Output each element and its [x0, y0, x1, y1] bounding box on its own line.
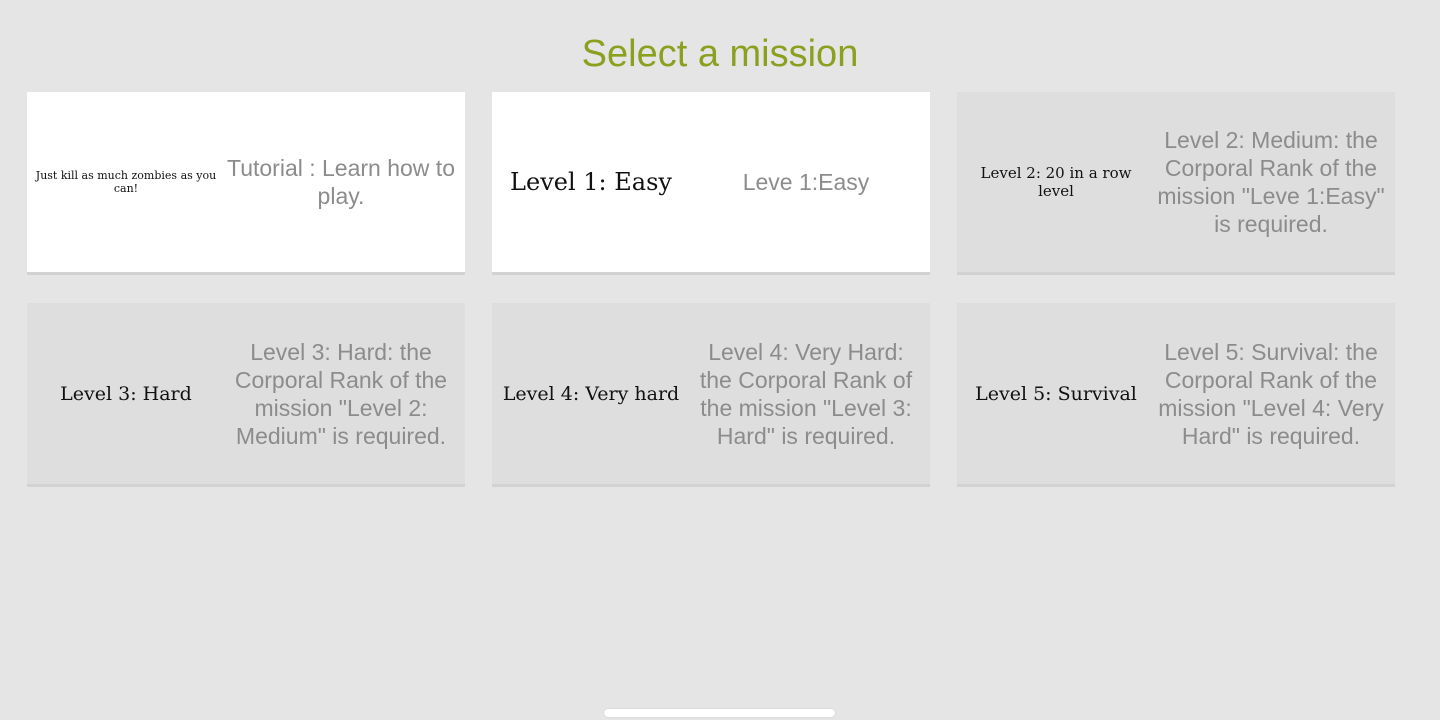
mission-card-tutorial[interactable]: Just kill as much zombies as you can! Tu…	[27, 92, 465, 275]
mission-description: Level 2: Medium: the Corporal Rank of th…	[1157, 127, 1385, 237]
mission-description: Level 3: Hard: the Corporal Rank of the …	[234, 338, 448, 449]
mission-card-level-5[interactable]: Level 5: Survival Level 5: Survival: the…	[957, 303, 1395, 487]
mission-description: Leve 1:Easy	[742, 169, 870, 195]
mission-name: Level 5: Survival	[975, 382, 1137, 405]
mission-card-level-2[interactable]: Level 2: 20 in a row level Level 2: Medi…	[957, 92, 1395, 275]
mission-card-level-3[interactable]: Level 3: Hard Level 3: Hard: the Corpora…	[27, 303, 465, 487]
mission-name: Level 3: Hard	[60, 382, 192, 405]
mission-card-level-4[interactable]: Level 4: Very hard Level 4: Very Hard: t…	[492, 303, 930, 487]
home-indicator[interactable]	[604, 709, 835, 717]
mission-name: Just kill as much zombies as you can!	[35, 169, 217, 195]
mission-description: Level 5: Survival: the Corporal Rank of …	[1158, 338, 1384, 449]
mission-card-level-1[interactable]: Level 1: Easy Leve 1:Easy	[492, 92, 930, 275]
mission-grid: Just kill as much zombies as you can! Tu…	[27, 92, 1395, 487]
mission-name: Level 2: 20 in a row level	[980, 164, 1132, 200]
mission-description: Tutorial : Learn how to play.	[227, 155, 455, 209]
mission-name: Level 1: Easy	[510, 168, 672, 196]
mission-description: Level 4: Very Hard: the Corporal Rank of…	[699, 338, 913, 449]
mission-name: Level 4: Very hard	[502, 382, 680, 405]
page-title: Select a mission	[581, 33, 859, 75]
